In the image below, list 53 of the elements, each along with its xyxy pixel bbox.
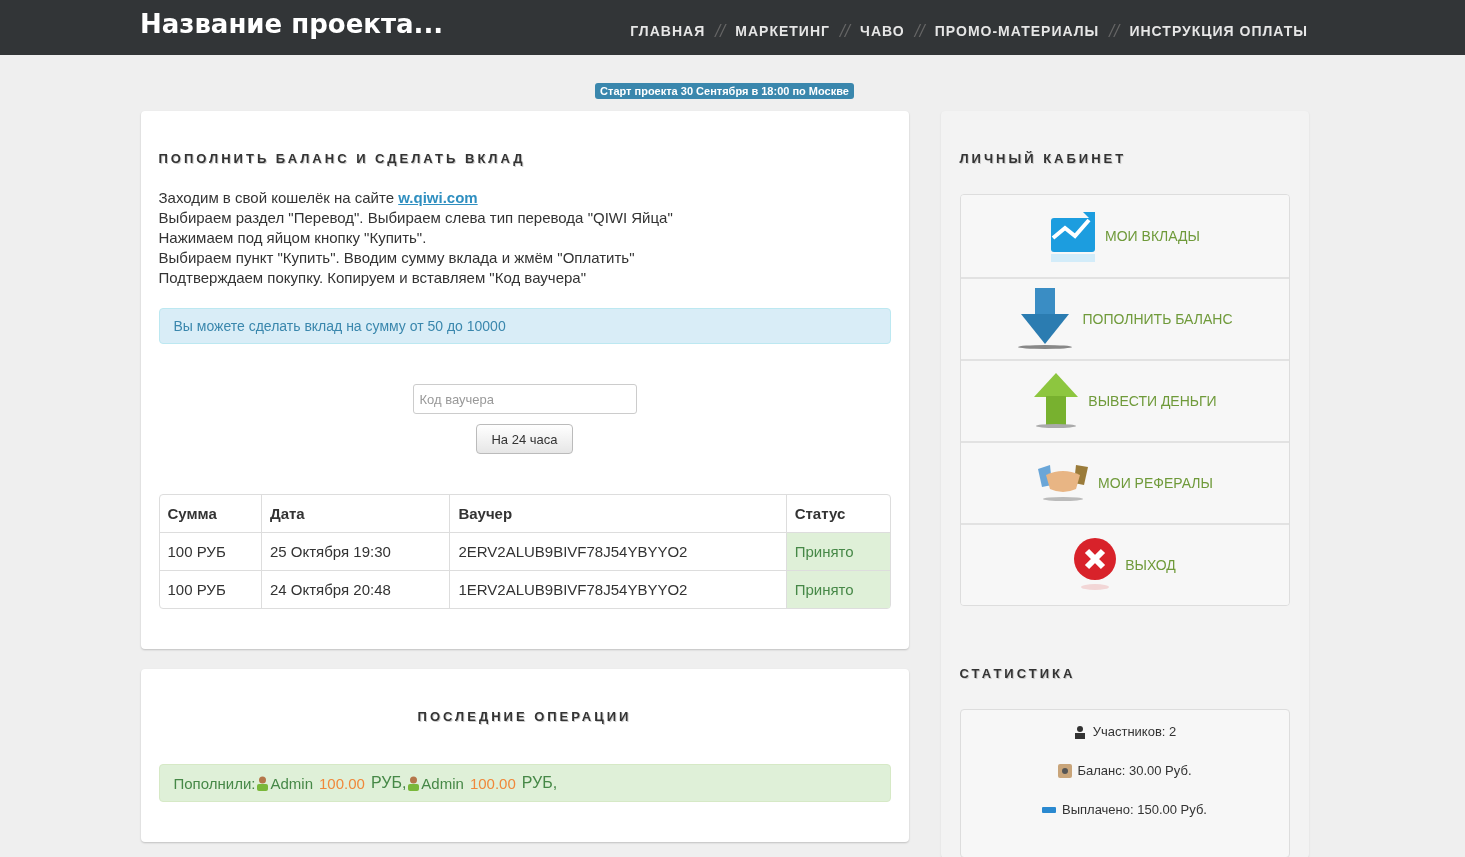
instruction-text: Нажимаем под яйцом кнопку "Купить". (158, 228, 428, 248)
amount-text: 100.00 (469, 774, 516, 792)
instruction-text: Выбираем пункт "Купить". Вводим сумму вклада и жмём "Оплатить" (158, 248, 636, 268)
start-badge: Старт проекта 30 Сентября в 18:00 по Москве (595, 83, 854, 99)
site-title: Название проекта... (140, 8, 444, 39)
user-name: Admin (421, 774, 464, 792)
nav-separator: // (1109, 21, 1120, 40)
sidebar-title: СТАТИСТИКА (959, 666, 1077, 681)
status-cell: Принято (785, 570, 890, 608)
nav-separator: // (839, 21, 851, 40)
table-cell: 100 РУБ (159, 570, 261, 608)
amount-text: 100.00 (319, 774, 365, 792)
up-arrow-icon (1032, 373, 1081, 429)
handshake-icon (1036, 463, 1091, 503)
section-title: ПОСЛЕДНИЕ ОПЕРАЦИИ (416, 709, 633, 724)
user-icon (257, 775, 269, 791)
stat-text: Выплачено: 150.00 Руб. (1062, 802, 1207, 817)
table-cell: 100 РУБ (159, 532, 261, 570)
stat-text: Участников: 2 (1092, 724, 1177, 739)
stat-text: Баланс: 30.00 Руб. (1077, 763, 1192, 778)
column-header: Сумма (166, 504, 218, 524)
instruction-text: Выбираем раздел "Перевод". Выбираем слева тип перевода "QIWI Яйца" (158, 208, 674, 228)
user-icon (1072, 724, 1087, 739)
currency-text: РУБ, (521, 774, 558, 792)
voucher-input[interactable]: Код ваучера (412, 384, 637, 414)
qiwi-link[interactable]: w.qiwi.com (398, 189, 478, 206)
currency-text: РУБ, (370, 774, 407, 792)
close-icon (1073, 537, 1118, 593)
safe-icon (1057, 763, 1072, 778)
user-name: Admin (270, 774, 313, 792)
submit-button[interactable]: На 24 часа (476, 424, 573, 454)
column-header: Дата (261, 495, 450, 532)
section-title: ПОПОЛНИТЬ БАЛАНС И СДЕЛАТЬ ВКЛАД (158, 151, 527, 166)
table-cell: 25 Октября 19:30 (261, 532, 450, 570)
table-cell: 2ERV2ALUB9BIVF78J54YBYYO2 (449, 532, 786, 570)
nav-separator: // (914, 21, 925, 40)
instruction-text: Подтверждаем покупку. Копируем и вставляем "Код ваучера" (158, 268, 587, 288)
nav-separator: // (715, 21, 726, 40)
table-cell: 1ERV2ALUB9BIVF78J54YBYYO2 (449, 570, 786, 608)
sidebar-title: ЛИЧНЫЙ КАБИНЕТ (959, 151, 1128, 166)
table-cell: 24 Октября 20:48 (261, 570, 450, 608)
column-header: Ваучер (449, 495, 786, 532)
nav-link[interactable]: ГЛАВНАЯ (630, 22, 706, 39)
info-alert: Вы можете сделать вклад на сумму от 50 до 10000 (158, 308, 891, 344)
user-icon (408, 775, 420, 791)
status-cell: Принято (785, 532, 890, 570)
nav-link[interactable]: ЧАВО (860, 22, 905, 39)
operations-label: Пополнили: (173, 774, 256, 792)
nav-link[interactable]: ПРОМО-МАТЕРИАЛЫ (934, 22, 1100, 39)
nav-link[interactable]: МАРКЕТИНГ (735, 22, 830, 39)
bar-icon (1042, 806, 1056, 813)
instruction-text: Заходим в свой кошелёк на сайте (158, 189, 396, 206)
nav-link[interactable]: ИНСТРУКЦИЯ ОПЛАТЫ (1129, 22, 1308, 39)
